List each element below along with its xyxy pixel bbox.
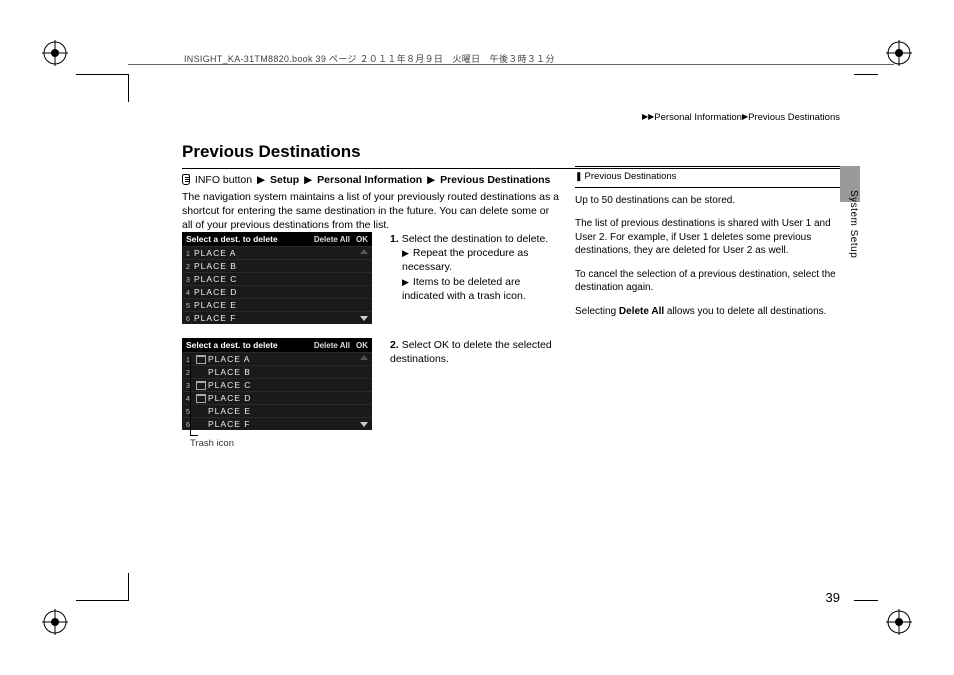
triangle-icon: ▶▶ [642, 112, 654, 121]
screenshot-select-destination-marked: Select a dest. to delete Delete All OK 1… [182, 338, 372, 430]
list-item-number: 2 [182, 262, 194, 271]
list-item-number: 5 [182, 301, 194, 310]
info-button-icon [182, 174, 190, 185]
registration-mark-icon [886, 609, 912, 635]
section-label: System Setup [848, 190, 859, 258]
list-item-label: PLACE C [194, 274, 372, 284]
list-item[interactable]: 1PLACE A [182, 352, 372, 365]
list-item[interactable]: 2PLACE B [182, 259, 372, 272]
registration-mark-icon [886, 40, 912, 66]
screenshot-select-destination: Select a dest. to delete Delete All OK 1… [182, 232, 372, 324]
scrollbar[interactable] [358, 246, 370, 324]
triangle-icon: ▶ [304, 174, 312, 186]
ok-label: OK [434, 339, 449, 351]
screenshot-header: Select a dest. to delete Delete All OK [182, 232, 372, 246]
screenshot-title: Select a dest. to delete [186, 340, 278, 350]
breadcrumb-item: Previous Destinations [748, 112, 840, 123]
page-title: Previous Destinations [182, 142, 842, 162]
triangle-icon: ▶ [402, 248, 409, 258]
list-item[interactable]: 4PLACE D [182, 391, 372, 404]
step-bullet: Repeat the procedure as necessary. [402, 247, 529, 273]
list-item[interactable]: 3PLACE C [182, 378, 372, 391]
scrollbar[interactable] [358, 352, 370, 430]
list-item[interactable]: 2PLACE B [182, 365, 372, 378]
chevron-up-icon [360, 355, 368, 360]
sidebar-paragraph: The list of previous destinations is sha… [575, 217, 840, 258]
breadcrumb: ▶▶Personal Information▶Previous Destinat… [642, 112, 840, 123]
intro-paragraph: The navigation system maintains a list o… [182, 190, 562, 233]
list-item-label: PLACE E [194, 300, 372, 310]
note-icon: ❚ [575, 171, 583, 181]
delete-all-button[interactable]: Delete All [314, 341, 350, 350]
header-rule [128, 64, 894, 65]
crop-mark-icon [854, 74, 878, 75]
list-item-number: 6 [182, 314, 194, 323]
chevron-down-icon [360, 316, 368, 321]
step-text: Select [402, 339, 434, 351]
step-number: 2. [390, 339, 399, 351]
list-item-label: PLACE A [208, 354, 372, 364]
chevron-down-icon [360, 422, 368, 427]
sidebar-paragraph: Selecting Delete All allows you to delet… [575, 305, 840, 319]
list-item[interactable]: 5PLACE E [182, 404, 372, 417]
page-number: 39 [826, 590, 840, 605]
page-title-block: Previous Destinations [182, 142, 842, 169]
step-number: 1. [390, 233, 399, 245]
step-1: 1. Select the destination to delete. ▶Re… [390, 232, 560, 303]
list-item[interactable]: 4PLACE D [182, 285, 372, 298]
chevron-up-icon [360, 249, 368, 254]
list-item-label: PLACE F [194, 313, 372, 323]
callout-line [190, 358, 198, 436]
step-text: Select the destination to delete. [402, 233, 549, 245]
list-item[interactable]: 6PLACE F [182, 311, 372, 324]
list-item-number: 1 [182, 249, 194, 258]
crop-mark-icon [76, 74, 128, 75]
screenshot-title: Select a dest. to delete [186, 234, 278, 244]
list-item-label: PLACE E [208, 406, 372, 416]
sidebar-notes: ❚Previous Destinations Up to 50 destinat… [575, 166, 840, 328]
breadcrumb-item: Personal Information [654, 112, 742, 123]
list-item-label: PLACE C [208, 380, 372, 390]
triangle-icon: ▶ [427, 174, 435, 186]
list-item[interactable]: 1PLACE A [182, 246, 372, 259]
crop-mark-icon [128, 573, 129, 601]
step-bullet: Items to be deleted are indicated with a… [402, 276, 526, 302]
crop-mark-icon [128, 74, 129, 102]
sidebar-paragraph: Up to 50 destinations can be stored. [575, 194, 840, 208]
sidebar-heading: ❚Previous Destinations [575, 166, 840, 187]
trash-icon-caption: Trash icon [190, 438, 234, 449]
nav-path-item: INFO button [195, 174, 252, 186]
ok-button[interactable]: OK [356, 235, 368, 244]
list-item-label: PLACE D [194, 287, 372, 297]
list-item-label: PLACE F [208, 419, 372, 429]
step-2: 2. Select OK to delete the selected dest… [390, 338, 560, 366]
sidebar-paragraph: To cancel the selection of a previous de… [575, 268, 840, 295]
crop-mark-icon [76, 600, 128, 601]
nav-path-item: Personal Information [317, 174, 422, 186]
triangle-icon: ▶ [402, 277, 409, 287]
delete-all-button[interactable]: Delete All [314, 235, 350, 244]
list-item[interactable]: 5PLACE E [182, 298, 372, 311]
list-item-label: PLACE D [208, 393, 372, 403]
registration-mark-icon [42, 609, 68, 635]
list-item-label: PLACE A [194, 248, 372, 258]
list-item-label: PLACE B [208, 367, 372, 377]
crop-mark-icon [854, 600, 878, 601]
list-item[interactable]: 3PLACE C [182, 272, 372, 285]
nav-path: INFO button ▶ Setup ▶ Personal Informati… [182, 174, 550, 186]
screenshot-header: Select a dest. to delete Delete All OK [182, 338, 372, 352]
nav-path-item: Setup [270, 174, 299, 186]
list-item[interactable]: 6PLACE F [182, 417, 372, 430]
nav-path-item: Previous Destinations [440, 174, 550, 186]
list-item-number: 3 [182, 275, 194, 284]
list-item-number: 4 [182, 288, 194, 297]
triangle-icon: ▶ [257, 174, 265, 186]
list-item-label: PLACE B [194, 261, 372, 271]
ok-button[interactable]: OK [356, 341, 368, 350]
registration-mark-icon [42, 40, 68, 66]
